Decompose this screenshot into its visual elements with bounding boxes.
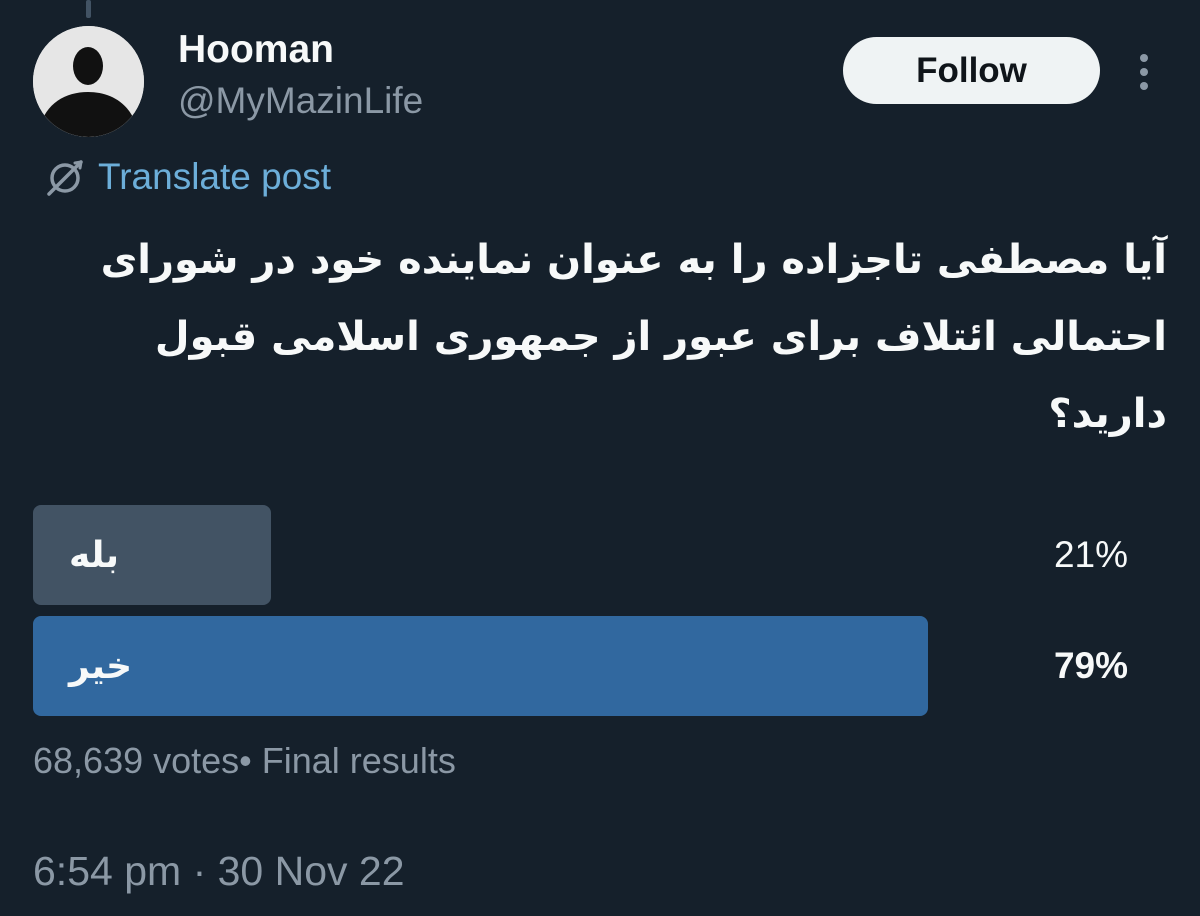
poll-vote-count: 68,639 votes xyxy=(33,740,240,781)
poll-option-label: خیر xyxy=(69,645,133,687)
timestamp-separator: · xyxy=(192,848,207,894)
avatar[interactable] xyxy=(33,26,144,137)
poll-status: Final results xyxy=(261,740,456,781)
thread-connector-line xyxy=(86,0,91,18)
poll-option-percent: 21% xyxy=(1053,534,1128,575)
post-text: آیا مصطفی تاجزاده را به عنوان نماینده خو… xyxy=(100,237,1167,437)
post-timestamp[interactable]: 6:54 pm · 30 Nov 22 xyxy=(33,848,405,895)
globe-translate-icon xyxy=(47,160,83,196)
poll-separator: • xyxy=(239,740,262,781)
poll-summary: 68,639 votes• Final results xyxy=(33,740,456,782)
poll-option-yes: بله 21% xyxy=(33,505,1128,605)
poll-option-percent: 79% xyxy=(1053,645,1128,686)
more-vertical-icon[interactable] xyxy=(1128,48,1160,96)
follow-button[interactable]: Follow xyxy=(843,37,1100,104)
author-handle[interactable]: @MyMazinLife xyxy=(178,80,423,122)
person-silhouette-avatar-icon xyxy=(33,26,144,137)
translate-post-link[interactable]: Translate post xyxy=(44,152,331,202)
post-time: 6:54 pm xyxy=(33,848,182,894)
translate-post-label: Translate post xyxy=(98,156,332,197)
poll-result-bar xyxy=(33,616,928,716)
post-date: 30 Nov 22 xyxy=(217,848,405,894)
poll-option-label: بله xyxy=(69,534,120,576)
author-display-name[interactable]: Hooman xyxy=(178,28,334,72)
poll-option-no: خیر 79% xyxy=(33,616,1128,716)
